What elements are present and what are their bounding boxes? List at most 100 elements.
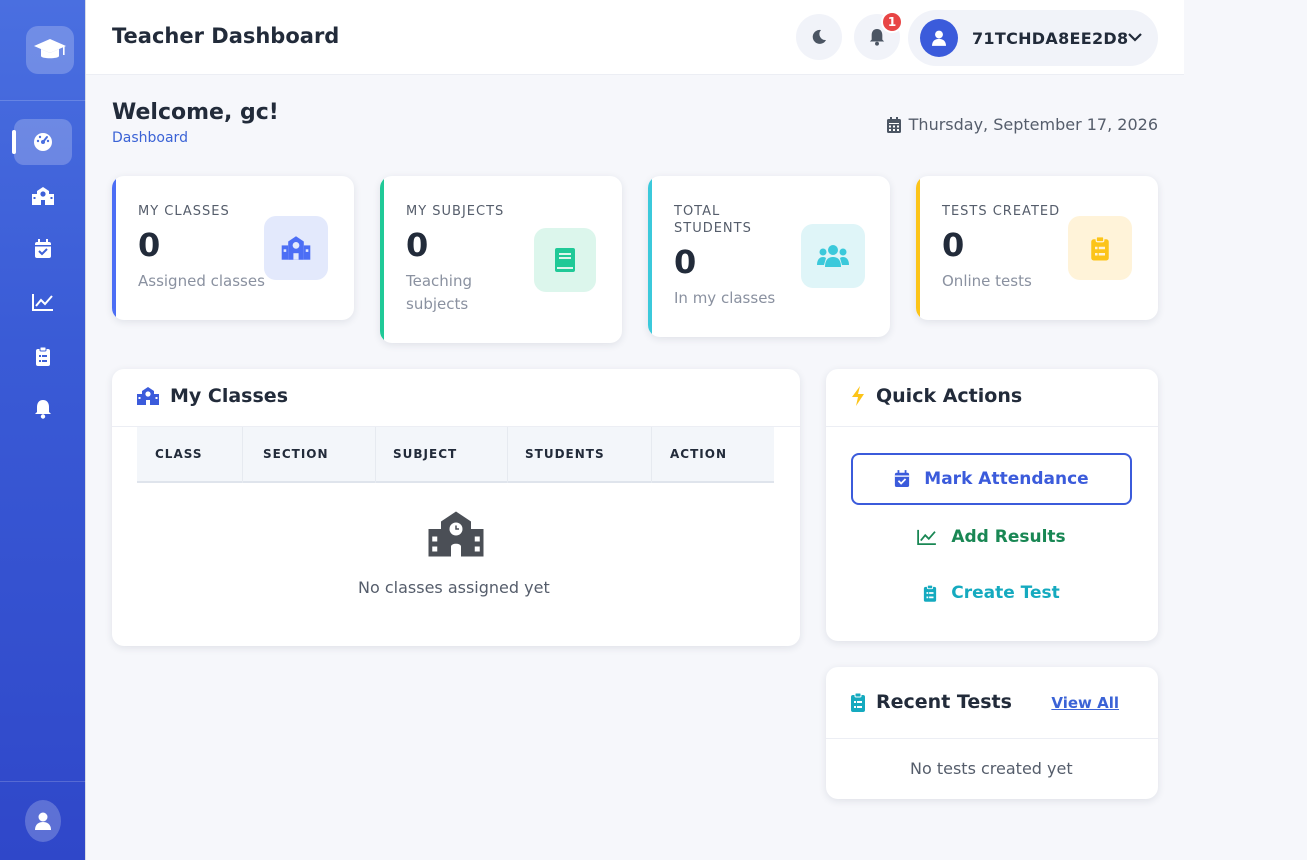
bolt-icon: [852, 386, 864, 406]
my-classes-panel: My Classes CLASS SECTION SUBJECT STUDENT…: [112, 369, 800, 646]
column-separator: [651, 427, 652, 483]
column-separator: [242, 427, 243, 483]
stat-subtext: Online tests: [942, 272, 1032, 290]
sidebar-item-tests[interactable]: [14, 333, 72, 379]
theme-toggle-button[interactable]: [796, 14, 842, 60]
add-results-button[interactable]: Add Results: [851, 511, 1132, 563]
stat-card-total-students[interactable]: TOTAL STUDENTS 0 In my classes: [648, 176, 890, 337]
stat-label: MY SUBJECTS: [406, 204, 505, 219]
stat-accent-bar: [112, 176, 116, 320]
page-background-right: [1184, 0, 1307, 860]
graduation-cap-icon: [34, 39, 66, 59]
top-bar: Teacher Dashboard 1 71TCHDA8EE2D8: [86, 0, 1184, 75]
stat-accent-bar: [380, 176, 384, 343]
stat-card-tests-created[interactable]: TESTS CREATED 0 Online tests: [916, 176, 1158, 320]
stat-icon-box: [801, 224, 865, 288]
book-icon: [555, 248, 575, 272]
stat-value: 0: [138, 226, 161, 264]
stat-card-my-subjects[interactable]: MY SUBJECTS 0 Teaching subjects: [380, 176, 622, 343]
avatar: [920, 19, 958, 57]
school-icon: [281, 236, 311, 260]
school-icon: [32, 187, 54, 205]
current-date: Thursday, September 17, 2026: [886, 115, 1158, 134]
empty-state-text: No classes assigned yet: [358, 578, 550, 597]
sidebar-item-notifications[interactable]: [14, 386, 72, 432]
stat-subtext: In my classes: [674, 289, 776, 307]
column-header-section: SECTION: [263, 447, 329, 461]
sidebar-item-classes[interactable]: [14, 173, 72, 219]
empty-state-text: No tests created yet: [910, 759, 1073, 778]
stat-icon-box: [264, 216, 328, 280]
clipboard-list-icon: [924, 584, 937, 602]
clipboard-list-icon: [851, 692, 865, 712]
sidebar-divider: [0, 781, 86, 782]
logo[interactable]: [26, 26, 74, 74]
panel-title: Quick Actions: [876, 385, 1023, 407]
column-separator: [375, 427, 376, 483]
sidebar-item-results[interactable]: [14, 279, 72, 325]
clipboard-icon: [1091, 236, 1109, 261]
sidebar-divider: [0, 100, 86, 101]
sidebar-item-dashboard[interactable]: [12, 119, 72, 165]
divider: [826, 426, 1158, 427]
stat-icon-box: [534, 228, 596, 292]
panel-header: Recent Tests: [850, 691, 1012, 713]
button-label: Create Test: [951, 583, 1060, 603]
calendar-icon: [886, 116, 901, 133]
button-label: Mark Attendance: [924, 469, 1089, 489]
stat-subtext: Teaching subjects: [406, 272, 472, 313]
panel-header: My Classes: [136, 385, 288, 407]
column-header-action: ACTION: [670, 447, 727, 461]
panel-header: Quick Actions: [850, 385, 1022, 407]
recent-tests-panel: Recent Tests View All No tests created y…: [826, 667, 1158, 799]
stat-value: 0: [674, 243, 697, 281]
sidebar: [0, 0, 86, 860]
stat-label: TESTS CREATED: [942, 204, 1061, 219]
stat-accent-bar: [648, 176, 652, 337]
notifications-button[interactable]: 1: [854, 11, 903, 60]
column-header-students: STUDENTS: [525, 447, 605, 461]
sidebar-item-attendance[interactable]: [14, 226, 72, 272]
user-icon: [35, 812, 51, 830]
users-icon: [817, 245, 849, 267]
stat-accent-bar: [916, 176, 920, 320]
calendar-check-icon: [895, 470, 910, 487]
chart-line-icon: [32, 294, 53, 311]
school-icon: [428, 511, 484, 557]
bell-icon: [35, 400, 51, 419]
user-menu[interactable]: 71TCHDA8EE2D8: [908, 10, 1158, 66]
stat-label: MY CLASSES: [138, 204, 230, 219]
bell-icon: [869, 29, 885, 46]
welcome-heading: Welcome, gc!: [112, 100, 279, 125]
stat-value: 0: [406, 226, 429, 264]
column-header-class: CLASS: [155, 447, 203, 461]
button-label: Add Results: [951, 527, 1066, 547]
stat-value: 0: [942, 226, 965, 264]
column-header-subject: SUBJECT: [393, 447, 458, 461]
stat-icon-box: [1068, 216, 1132, 280]
view-all-link[interactable]: View All: [1051, 694, 1119, 712]
moon-icon: [812, 29, 826, 44]
user-name: 71TCHDA8EE2D8: [972, 28, 1129, 48]
calendar-check-icon: [35, 239, 51, 258]
column-separator: [507, 427, 508, 483]
sidebar-profile-button[interactable]: [25, 800, 61, 842]
panel-title: My Classes: [170, 385, 288, 407]
school-icon: [137, 387, 159, 405]
create-test-button[interactable]: Create Test: [851, 567, 1132, 619]
mark-attendance-button[interactable]: Mark Attendance: [851, 453, 1132, 505]
clipboard-list-icon: [36, 346, 50, 366]
notification-badge: 1: [881, 11, 903, 33]
quick-actions-panel: Quick Actions Mark Attendance Add Result…: [826, 369, 1158, 641]
dashboard-icon: [34, 133, 52, 151]
chart-line-icon: [917, 529, 937, 545]
date-text: Thursday, September 17, 2026: [908, 115, 1158, 134]
table-header: CLASS SECTION SUBJECT STUDENTS ACTION: [137, 427, 774, 483]
panel-title: Recent Tests: [876, 691, 1012, 713]
stat-card-my-classes[interactable]: MY CLASSES 0 Assigned classes: [112, 176, 354, 320]
page-title: Teacher Dashboard: [112, 24, 340, 48]
breadcrumb[interactable]: Dashboard: [112, 130, 188, 146]
user-icon: [932, 30, 946, 46]
divider: [826, 738, 1158, 739]
stat-label: TOTAL STUDENTS: [674, 204, 752, 236]
